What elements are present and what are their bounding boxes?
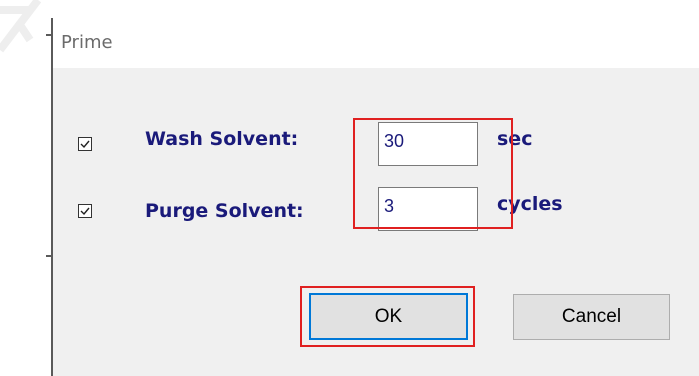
ok-button[interactable]: OK: [309, 293, 468, 340]
wash-solvent-input[interactable]: 30: [378, 122, 478, 166]
purge-solvent-input[interactable]: 3: [378, 187, 478, 231]
dialog-body: Wash Solvent: 30 sec Purge Solvent: 3 cy…: [53, 68, 699, 376]
wash-solvent-checkbox[interactable]: [78, 137, 92, 151]
purge-solvent-unit: cycles: [497, 193, 563, 215]
cancel-button[interactable]: Cancel: [513, 294, 670, 340]
wash-solvent-label: Wash Solvent:: [145, 128, 299, 150]
window-border-tick: [46, 255, 52, 257]
window-border-tick: [46, 34, 52, 36]
window-title: Prime: [61, 32, 113, 53]
purge-solvent-label: Purge Solvent:: [145, 200, 304, 222]
checkmark-icon: [80, 207, 90, 216]
title-bar[interactable]: Prime: [53, 0, 699, 68]
purge-solvent-checkbox[interactable]: [78, 204, 92, 218]
wash-solvent-unit: sec: [497, 128, 533, 150]
checkmark-icon: [80, 140, 90, 149]
